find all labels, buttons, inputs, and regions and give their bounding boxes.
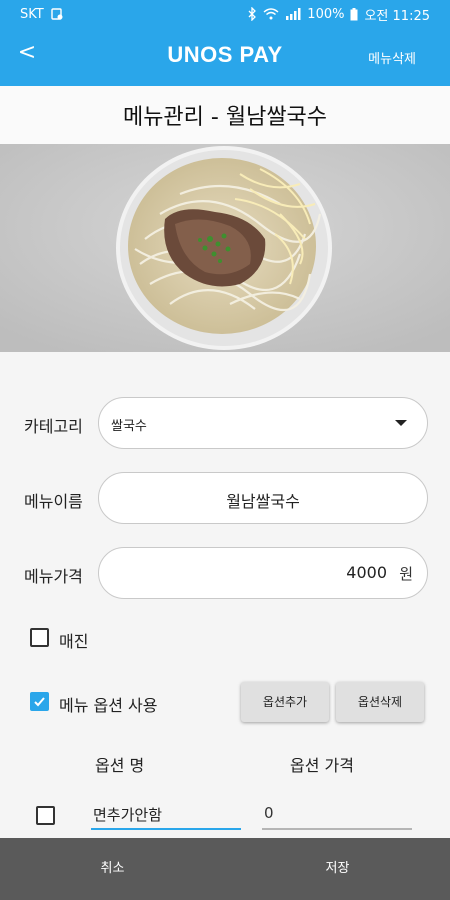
category-value: 쌀국수 bbox=[111, 419, 147, 434]
bluetooth-icon bbox=[247, 7, 257, 21]
soldout-label: 매진 bbox=[59, 632, 89, 651]
soldout-checkbox[interactable] bbox=[30, 628, 49, 647]
add-option-button[interactable]: 옵션추가 bbox=[241, 682, 329, 722]
menu-name-input[interactable]: 월남쌀국수 bbox=[98, 472, 428, 524]
option-price-input[interactable]: 0 bbox=[262, 804, 412, 830]
menu-price-label: 메뉴가격 bbox=[24, 567, 83, 586]
cancel-button[interactable]: 취소 bbox=[0, 838, 225, 900]
option-row-checkbox[interactable] bbox=[36, 806, 55, 825]
delete-option-button[interactable]: 옵션삭제 bbox=[336, 682, 424, 722]
noodle-bowl-image bbox=[0, 144, 450, 352]
check-icon bbox=[34, 697, 45, 707]
category-select[interactable]: 쌀국수 bbox=[98, 397, 428, 449]
menu-price-value: 4000 bbox=[346, 563, 387, 582]
status-right: 100% 오전 11:25 bbox=[247, 5, 430, 24]
use-option-label: 메뉴 옵션 사용 bbox=[59, 696, 158, 715]
battery-icon bbox=[350, 7, 358, 21]
wifi-icon bbox=[263, 8, 279, 20]
delete-menu-button[interactable]: 메뉴삭제 bbox=[368, 48, 416, 67]
page-title: 메뉴관리 - 월남쌀국수 bbox=[0, 86, 450, 144]
option-name-input[interactable]: 면추가안함 bbox=[91, 804, 241, 830]
clock: 오전 11:25 bbox=[364, 8, 430, 24]
carrier-label: SKT bbox=[20, 6, 44, 22]
dropdown-caret-icon bbox=[395, 420, 407, 426]
save-button[interactable]: 저장 bbox=[225, 838, 450, 900]
battery-percent: 100% bbox=[307, 6, 345, 22]
app-bar: < UNOS PAY 메뉴삭제 bbox=[0, 28, 450, 86]
status-bar: SKT 100% 오전 11:25 bbox=[0, 0, 450, 28]
signal-icon bbox=[285, 8, 301, 20]
option-name-header: 옵션 명 bbox=[95, 756, 145, 775]
price-unit: 원 bbox=[399, 565, 413, 583]
menu-price-input[interactable]: 4000 원 bbox=[98, 547, 428, 599]
menu-name-value: 월남쌀국수 bbox=[226, 492, 300, 511]
menu-photo[interactable] bbox=[0, 144, 450, 352]
menu-form: 카테고리 쌀국수 메뉴이름 월남쌀국수 메뉴가격 4000 원 매진 메뉴 옵션… bbox=[0, 352, 450, 838]
use-option-checkbox[interactable] bbox=[30, 692, 49, 711]
category-label: 카테고리 bbox=[24, 417, 83, 436]
option-price-header: 옵션 가격 bbox=[290, 756, 354, 775]
menu-name-label: 메뉴이름 bbox=[24, 492, 83, 511]
bottom-action-bar: 취소 저장 bbox=[0, 838, 450, 900]
notification-icon bbox=[50, 7, 64, 21]
